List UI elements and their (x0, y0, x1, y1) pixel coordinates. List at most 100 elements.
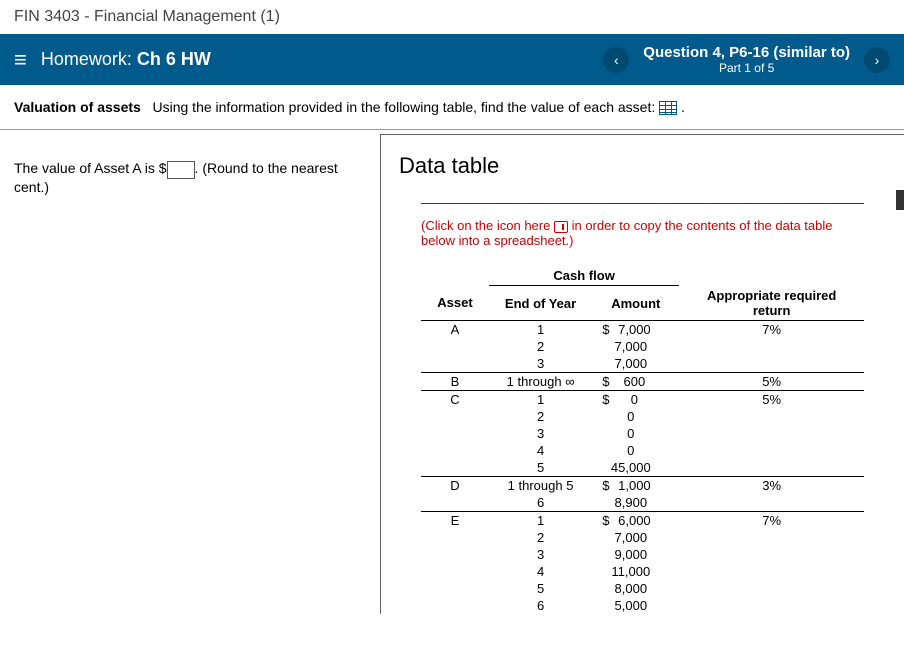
cell-amount: 7,000 (592, 529, 679, 546)
cell-amount: $1,000 (592, 476, 679, 494)
question-info: Question 4, P6-16 (similar to) Part 1 of… (643, 44, 850, 75)
cell-amount: 11,000 (592, 563, 679, 580)
table-row: E1$6,0007% (421, 511, 864, 529)
course-title: FIN 3403 - Financial Management (1) (0, 0, 904, 34)
answer-pre: The value of Asset A is $ (14, 160, 167, 176)
cell-eoy: 1 through ∞ (489, 372, 592, 390)
cell-eoy: 6 (489, 597, 592, 614)
cell-asset: A (421, 320, 489, 338)
cell-return (679, 494, 864, 512)
hw-prefix: Homework: (41, 49, 132, 69)
table-row: C1$05% (421, 390, 864, 408)
cell-return (679, 546, 864, 563)
cell-return: 7% (679, 511, 864, 529)
cell-eoy: 5 (489, 459, 592, 477)
th-blank1 (421, 266, 489, 286)
table-row: 30 (421, 425, 864, 442)
table-icon[interactable] (659, 101, 677, 115)
cell-asset (421, 338, 489, 355)
cell-return (679, 597, 864, 614)
data-table-hint: (Click on the icon here in order to copy… (421, 218, 864, 248)
cell-asset (421, 597, 489, 614)
cell-amount: 0 (592, 425, 679, 442)
cashflow-table: Cash flow Asset End of Year Amount Appro… (421, 266, 864, 614)
cell-return (679, 580, 864, 597)
answer-panel: The value of Asset A is $. (Round to the… (0, 130, 380, 614)
cell-asset (421, 459, 489, 477)
instruction-text: Using the information provided in the fo… (153, 99, 656, 115)
cell-eoy: 2 (489, 529, 592, 546)
cell-asset (421, 580, 489, 597)
cell-asset (421, 408, 489, 425)
cell-amount: $6,000 (592, 511, 679, 529)
cell-asset (421, 529, 489, 546)
cell-eoy: 1 (489, 390, 592, 408)
cell-amount: $7,000 (592, 320, 679, 338)
cell-amount: 7,000 (592, 338, 679, 355)
cell-eoy: 1 (489, 320, 592, 338)
cell-return (679, 355, 864, 373)
cell-return: 3% (679, 476, 864, 494)
th-amount: Amount (592, 286, 679, 321)
table-body: A1$7,0007%27,00037,000B1 through ∞$6005%… (421, 320, 864, 614)
homework-label: Homework: Ch 6 HW (41, 49, 211, 70)
side-handle[interactable] (896, 190, 904, 210)
table-row: A1$7,0007% (421, 320, 864, 338)
cell-eoy: 2 (489, 338, 592, 355)
table-row: 68,900 (421, 494, 864, 512)
cell-eoy: 1 (489, 511, 592, 529)
cell-asset: E (421, 511, 489, 529)
instruction-bar: Valuation of assets Using the informatio… (0, 85, 904, 130)
table-row: 40 (421, 442, 864, 459)
instruction-bold: Valuation of assets (14, 99, 141, 115)
table-row: 411,000 (421, 563, 864, 580)
cell-amount: 0 (592, 442, 679, 459)
table-row: 545,000 (421, 459, 864, 477)
cell-eoy: 4 (489, 442, 592, 459)
cell-return (679, 459, 864, 477)
cell-asset (421, 355, 489, 373)
cell-asset: D (421, 476, 489, 494)
cell-eoy: 1 through 5 (489, 476, 592, 494)
answer-input[interactable] (167, 161, 195, 179)
cell-asset (421, 563, 489, 580)
question-part: Part 1 of 5 (643, 61, 850, 75)
cell-amount: 7,000 (592, 355, 679, 373)
cell-amount: 8,900 (592, 494, 679, 512)
hw-name: Ch 6 HW (137, 49, 211, 69)
cell-amount: $0 (592, 390, 679, 408)
cell-return (679, 529, 864, 546)
question-title: Question 4, P6-16 (similar to) (643, 44, 850, 61)
cell-return (679, 425, 864, 442)
cell-return: 5% (679, 390, 864, 408)
cell-return: 7% (679, 320, 864, 338)
cell-amount: 9,000 (592, 546, 679, 563)
table-row: 27,000 (421, 529, 864, 546)
cell-amount: 0 (592, 408, 679, 425)
cell-amount: $600 (592, 372, 679, 390)
table-row: B1 through ∞$6005% (421, 372, 864, 390)
th-return: Appropriate required return (679, 286, 864, 321)
table-row: D1 through 5$1,0003% (421, 476, 864, 494)
table-row: 37,000 (421, 355, 864, 373)
cell-eoy: 3 (489, 546, 592, 563)
cell-eoy: 6 (489, 494, 592, 512)
menu-icon[interactable]: ≡ (14, 49, 27, 71)
cell-return (679, 338, 864, 355)
table-row: 65,000 (421, 597, 864, 614)
th-blank2 (679, 266, 864, 286)
cell-asset: B (421, 372, 489, 390)
cell-asset (421, 546, 489, 563)
hint-pre: (Click on the icon here (421, 218, 550, 233)
cell-eoy: 2 (489, 408, 592, 425)
cell-return: 5% (679, 372, 864, 390)
cell-amount: 5,000 (592, 597, 679, 614)
cell-asset (421, 442, 489, 459)
table-row: 58,000 (421, 580, 864, 597)
copy-icon[interactable] (554, 221, 568, 233)
prev-question-button[interactable]: ‹ (603, 47, 629, 73)
cell-amount: 45,000 (592, 459, 679, 477)
cell-asset (421, 494, 489, 512)
cell-asset: C (421, 390, 489, 408)
next-question-button[interactable]: › (864, 47, 890, 73)
